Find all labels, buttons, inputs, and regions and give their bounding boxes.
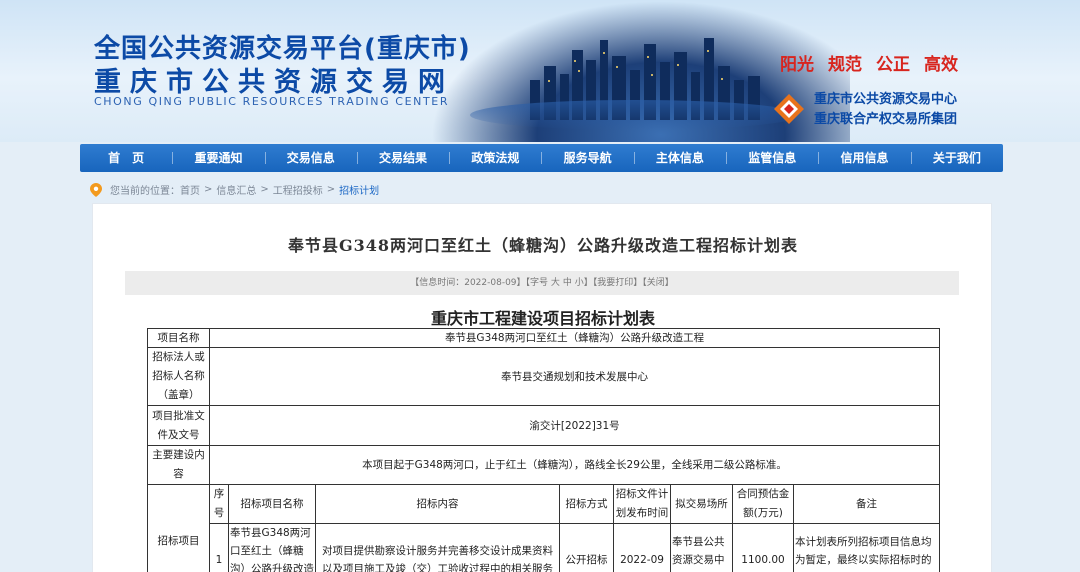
- river-reflection: [470, 100, 800, 130]
- remark: 本计划表所列招标项目信息均为暂定，最终以实际招标时的信息为准。: [792, 523, 941, 572]
- nav-supervision-info[interactable]: 监管信息: [726, 144, 818, 172]
- nav-policies[interactable]: 政策法规: [449, 144, 541, 172]
- font-size-label: 【字号: [525, 278, 549, 288]
- breadcrumb-link-home[interactable]: 首页: [180, 182, 200, 197]
- font-size-small-link[interactable]: 小: [575, 278, 584, 288]
- trading-venue: 奉节县公共资源交易中心: [670, 523, 733, 572]
- slogan-item: 规范: [828, 55, 862, 75]
- tender-item-content: 对项目提供勘察设计服务并完善移交设计成果资料以及项目施工及竣（交）工验收过程中的…: [315, 523, 560, 572]
- font-size-large-link[interactable]: 大: [551, 278, 560, 288]
- column-header: 招标项目名称: [228, 484, 316, 524]
- breadcrumb-prefix: 您当前的位置：: [110, 186, 180, 197]
- column-header: 招标内容: [315, 484, 560, 524]
- slogan-item: 高效: [924, 55, 958, 75]
- table-header-row: 招标项目 序号 招标项目名称 招标内容 招标方式 招标文件计划发布时间 拟交易场…: [147, 484, 941, 572]
- nav-service-guide[interactable]: 服务导航: [541, 144, 633, 172]
- breadcrumb-current[interactable]: 招标计划: [339, 182, 379, 197]
- info-time: 【信息时间：2022-08-09】: [410, 278, 526, 288]
- tender-item-name: 奉节县G348两河口至红土（蜂糖沟）公路升级改造工程: [228, 523, 316, 572]
- breadcrumb-separator: >: [204, 184, 213, 195]
- nav-trading-results[interactable]: 交易结果: [356, 144, 449, 172]
- column-header: 拟交易场所: [670, 484, 733, 524]
- publish-time: 2022-09: [613, 523, 671, 572]
- table-title: 重庆市工程建设项目招标计划表: [430, 309, 655, 328]
- nav-home[interactable]: 首 页: [80, 144, 172, 172]
- breadcrumb: 您当前的位置： 首页 > 信息汇总 > 工程招投标 > 招标计划: [90, 182, 379, 197]
- table-row: 1 奉节县G348两河口至红土（蜂糖沟）公路升级改造工程 对项目提供勘察设计服务…: [148, 523, 941, 572]
- table-row: 项目名称 奉节县G348两河口至红土（蜂糖沟）公路升级改造工程: [147, 328, 941, 348]
- project-name-value: 奉节县G348两河口至红土（蜂糖沟）公路升级改造工程: [208, 328, 941, 348]
- breadcrumb-separator: >: [326, 184, 336, 195]
- print-link[interactable]: 【我要打印】: [593, 278, 643, 288]
- site-banner: 全国公共资源交易平台(重庆市) 重庆市公共资源交易网 CHONG QING PU…: [0, 0, 1080, 142]
- article-meta-bar: 【信息时间：2022-08-09】【字号 大 中 小】【我要打印】【关闭】: [125, 271, 959, 295]
- column-header: 序号: [209, 484, 229, 524]
- breadcrumb-separator: >: [260, 184, 269, 195]
- nav-credit-info[interactable]: 信用信息: [818, 144, 910, 172]
- column-header: 招标文件计划发布时间: [613, 484, 671, 524]
- table-row: 项目批准文件及文号 渝交计[2022]31号: [147, 405, 941, 446]
- column-header: 招标方式: [559, 484, 614, 524]
- location-pin-icon: [90, 182, 102, 197]
- article-title: 奉节县G348两河口至红土（蜂糖沟）公路升级改造工程招标计划表: [287, 236, 799, 255]
- site-title-english: CHONG QING PUBLIC RESOURCES TRADING CENT…: [94, 95, 450, 108]
- construction-content-value: 本项目起于G348两河口，止于红土（蜂糖沟），路线全长29公里，全线采用二级公路…: [208, 445, 941, 485]
- tender-plan-table: 项目名称 奉节县G348两河口至红土（蜂糖沟）公路升级改造工程 招标法人或招标人…: [147, 328, 941, 572]
- site-title-line2: 重庆市公共资源交易网: [94, 67, 454, 98]
- approval-label: 项目批准文件及文号: [147, 405, 210, 446]
- tender-method: 公开招标: [559, 523, 614, 572]
- contract-amount: 1100.00: [732, 523, 794, 572]
- table-row: 招标法人或招标人名称（盖章） 奉节县交通规划和技术发展中心: [147, 347, 941, 406]
- slogan-item: 阳光: [780, 55, 814, 75]
- tenderer-label: 招标法人或招标人名称（盖章）: [147, 347, 210, 406]
- row-number: 1: [209, 523, 229, 572]
- nav-entity-info[interactable]: 主体信息: [633, 144, 726, 172]
- table-row: 主要建设内容 本项目起于G348两河口，止于红土（蜂糖沟），路线全长29公里，全…: [147, 445, 941, 485]
- org-names: 重庆市公共资源交易中心 重庆联合产权交易所集团: [814, 90, 957, 130]
- org-logo-icon: [774, 94, 804, 124]
- tender-items-label: 招标项目: [147, 484, 210, 572]
- column-header: 合同预估金额(万元): [732, 484, 794, 524]
- close-link[interactable]: 【关闭】: [642, 278, 674, 288]
- project-name-label: 项目名称: [147, 328, 210, 348]
- nav-about-us[interactable]: 关于我们: [910, 144, 1003, 172]
- approval-value: 渝交计[2022]31号: [208, 405, 941, 446]
- column-header: 备注: [792, 484, 941, 524]
- breadcrumb-link-info-summary[interactable]: 信息汇总: [216, 182, 256, 197]
- nav-trading-info[interactable]: 交易信息: [264, 144, 357, 172]
- slogan-item: 公正: [876, 55, 910, 75]
- slogan-group: 阳光 规范 公正 高效: [780, 50, 958, 75]
- main-nav: 首 页 重要通知 交易信息 交易结果 政策法规 服务导航 主体信息 监管信息 信…: [80, 144, 1003, 172]
- construction-content-label: 主要建设内容: [147, 445, 210, 485]
- font-size-medium-link[interactable]: 中: [563, 278, 572, 288]
- nav-important-notices[interactable]: 重要通知: [172, 144, 264, 172]
- breadcrumb-link-engineering-bidding[interactable]: 工程招投标: [273, 182, 323, 197]
- org-name: 重庆市公共资源交易中心: [814, 92, 958, 107]
- font-size-end: 】: [583, 278, 593, 288]
- article-panel: 奉节县G348两河口至红土（蜂糖沟）公路升级改造工程招标计划表 【信息时间：20…: [92, 203, 992, 572]
- org-name: 重庆联合产权交易所集团: [814, 112, 958, 127]
- tenderer-value: 奉节县交通规划和技术发展中心: [208, 347, 941, 406]
